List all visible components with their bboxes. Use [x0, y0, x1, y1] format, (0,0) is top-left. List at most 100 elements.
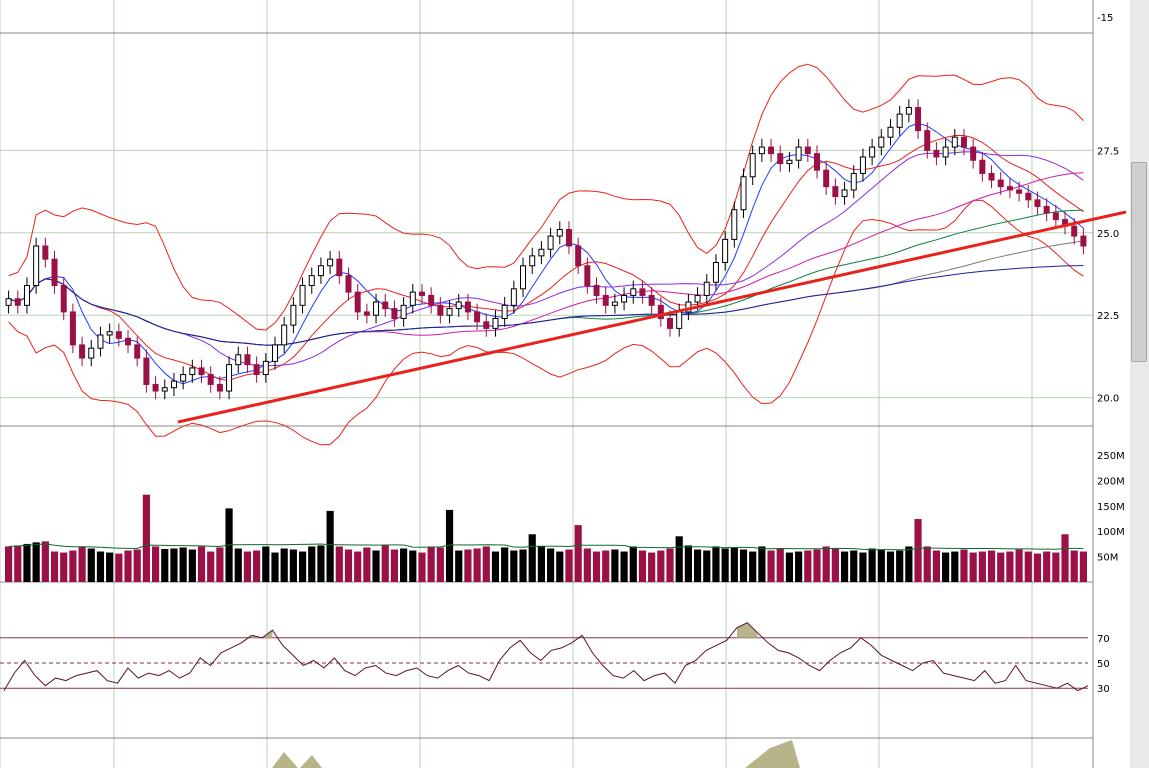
- candle: [180, 366, 187, 390]
- candle: [869, 138, 876, 166]
- volume-bar: [14, 545, 22, 582]
- candle-body: [216, 383, 223, 392]
- candle-body: [382, 301, 389, 310]
- candle: [565, 221, 572, 255]
- candle: [703, 274, 710, 304]
- volume-bar: [298, 551, 307, 582]
- candle: [382, 293, 389, 317]
- candle-body: [189, 367, 196, 376]
- volume-bar: [592, 551, 601, 582]
- candle: [630, 280, 637, 304]
- candle-body: [226, 364, 233, 392]
- volume-bar: [179, 547, 187, 582]
- candle: [14, 290, 21, 314]
- volume-bar: [326, 510, 334, 582]
- candle-body: [244, 354, 251, 366]
- volume-bar: [547, 548, 555, 582]
- candle: [391, 300, 398, 327]
- volume-bar: [1043, 551, 1051, 582]
- candle-body: [14, 298, 21, 306]
- candle-body: [584, 265, 591, 287]
- candle-body: [749, 153, 756, 178]
- volume-bar: [583, 548, 591, 582]
- volume-bar: [115, 553, 123, 582]
- volume-bar: [739, 549, 748, 582]
- price-tick-label: 25.0: [1097, 229, 1119, 240]
- volume-bar: [822, 546, 830, 582]
- candle-body: [575, 245, 582, 267]
- price-axis: 27.5 25.0 22.5 20.0: [1097, 146, 1119, 404]
- candle-body: [960, 136, 967, 148]
- candle: [841, 181, 848, 205]
- volume-bar: [1006, 551, 1014, 582]
- volume-bar: [41, 541, 49, 582]
- volume-axis: 250M 200M 150M 100M 50M: [1097, 451, 1125, 564]
- candle: [942, 138, 949, 166]
- candle-body: [79, 344, 86, 359]
- candle: [272, 336, 278, 370]
- rsi-axis: 70 50 30: [1097, 634, 1110, 695]
- candle-body: [722, 238, 729, 263]
- candle: [262, 353, 269, 383]
- candle-body: [988, 172, 995, 181]
- candle: [501, 297, 508, 327]
- candle-body: [878, 136, 885, 148]
- candle: [896, 105, 903, 136]
- candle-body: [437, 304, 444, 316]
- volume-bar: [308, 546, 316, 582]
- volume-bar: [491, 551, 500, 582]
- candle-body: [253, 364, 260, 376]
- candle: [823, 161, 830, 195]
- moving-averages: [8, 122, 1084, 385]
- vertical-scrollbar[interactable]: [1130, 0, 1149, 768]
- candle: [170, 372, 177, 396]
- volume-bar: [831, 548, 839, 582]
- candle: [915, 99, 922, 139]
- candle: [189, 359, 196, 383]
- candle: [33, 237, 40, 294]
- volume-bar: [289, 549, 297, 582]
- volume-bar: [464, 549, 472, 582]
- volume-bar: [896, 550, 904, 582]
- candle-body: [336, 258, 343, 277]
- volume-bar: [216, 547, 224, 582]
- volume-bar: [436, 547, 444, 582]
- candle-body: [905, 107, 912, 115]
- candle-body: [455, 301, 462, 310]
- candle-body: [409, 291, 416, 306]
- volume-bar: [78, 546, 86, 582]
- rsi-tick-label: 30: [1097, 684, 1110, 695]
- stock-chart[interactable]: 27.5 25.0 22.5 20.0 250M 200M 150M 100M 50M 70 5…: [0, 0, 1149, 768]
- candle: [125, 330, 132, 354]
- volume-bar: [253, 550, 261, 582]
- candle-body: [1080, 235, 1087, 247]
- volume-bar: [684, 545, 692, 582]
- candle-body: [804, 146, 811, 155]
- scrollbar-thumb[interactable]: [1131, 162, 1147, 362]
- candle: [979, 152, 986, 182]
- candle: [161, 379, 168, 400]
- candle-body: [88, 347, 95, 359]
- candle-body: [428, 294, 435, 306]
- candle-body: [630, 288, 637, 296]
- candle-body: [5, 298, 12, 306]
- candle: [327, 250, 334, 275]
- candle-body: [768, 146, 775, 155]
- candle: [749, 145, 756, 185]
- candle: [850, 165, 857, 199]
- candle-body: [676, 311, 683, 329]
- volume-bar: [813, 549, 821, 582]
- volume-bar: [978, 551, 986, 582]
- volume-bar: [335, 546, 343, 582]
- candle-body: [510, 288, 517, 306]
- candle-body: [501, 304, 508, 320]
- volume-bar: [923, 546, 931, 582]
- candle: [740, 168, 747, 218]
- candle-body: [134, 344, 141, 359]
- rsi-tick-label: 50: [1097, 659, 1110, 670]
- volume-bar: [850, 550, 858, 582]
- volume-bar: [537, 546, 545, 582]
- candle-body: [391, 308, 398, 320]
- candle: [1080, 227, 1087, 255]
- volume-bar: [712, 546, 720, 582]
